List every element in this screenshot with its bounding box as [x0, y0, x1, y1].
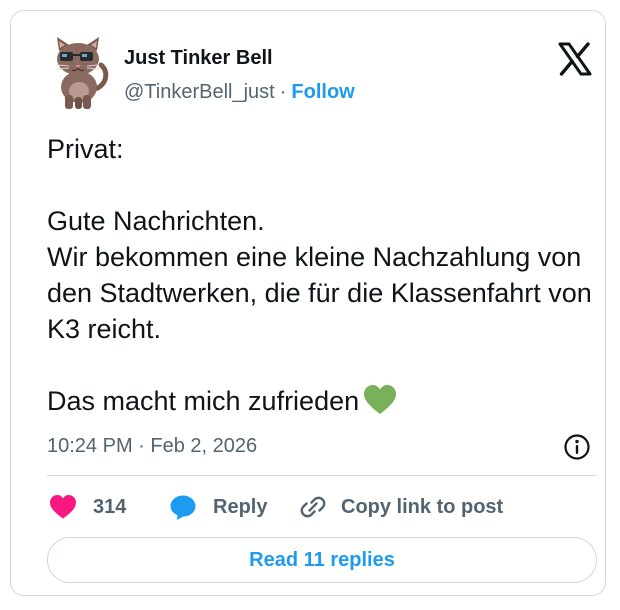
author-handle[interactable]: @TinkerBell_just	[124, 81, 275, 103]
reply-bubble-icon	[170, 495, 196, 520]
reply-button[interactable]: Reply	[169, 491, 267, 523]
divider	[47, 475, 597, 476]
info-icon[interactable]	[563, 433, 591, 461]
read-replies-button[interactable]: Read 11 replies	[47, 537, 597, 583]
green-heart-icon	[363, 384, 397, 416]
tweet-card: Just Tinker Bell @TinkerBell_just · Follow…	[10, 10, 606, 596]
heart-icon	[50, 495, 76, 519]
handle-separator: ·	[279, 81, 287, 103]
copy-link-button[interactable]: Copy link to post	[299, 491, 503, 523]
author-handle-row: @TinkerBell_just · Follow	[124, 81, 355, 104]
copy-link-label: Copy link to post	[341, 495, 504, 518]
x-logo-icon[interactable]	[557, 41, 593, 77]
cat-avatar-icon[interactable]	[45, 35, 111, 111]
tweet-text: Privat: Gute Nachrichten. Wir bekommen e…	[47, 131, 597, 419]
tweet-body: Privat: Gute Nachrichten. Wir bekommen e…	[47, 134, 592, 416]
like-count: 314	[93, 495, 127, 518]
link-icon	[300, 496, 326, 518]
like-button[interactable]: 314	[49, 491, 126, 523]
follow-button[interactable]: Follow	[291, 81, 354, 103]
tweet-timestamp[interactable]: 10:24 PM · Feb 2, 2026	[47, 435, 257, 458]
reply-label: Reply	[213, 495, 268, 518]
read-replies-label: Read 11 replies	[249, 548, 395, 571]
author-name[interactable]: Just Tinker Bell	[124, 47, 273, 70]
